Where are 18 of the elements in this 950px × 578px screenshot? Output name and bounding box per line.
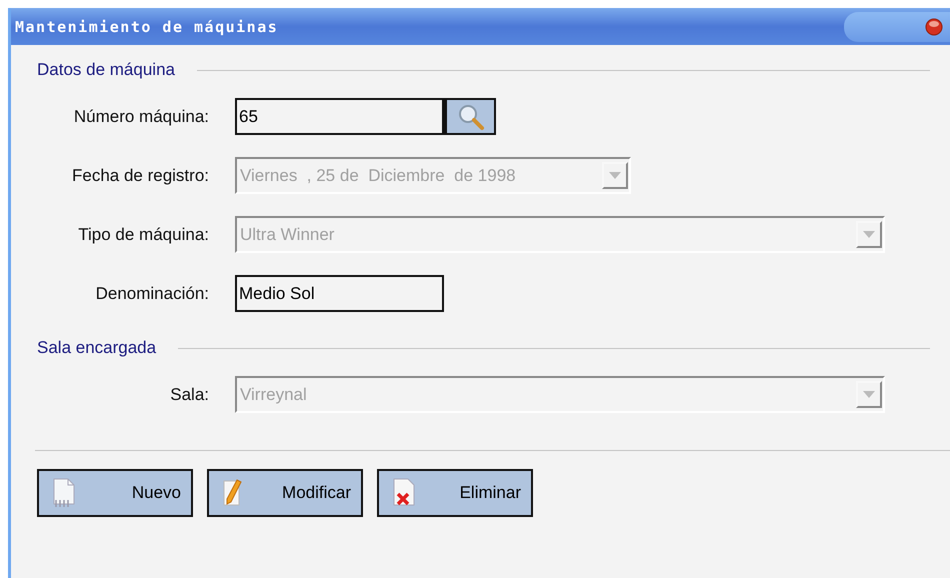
field-label: Fecha de registro: (70, 166, 210, 186)
window-title: Mantenimiento de máquinas (15, 18, 278, 36)
section-heading: Sala encargada (37, 338, 156, 358)
text-field[interactable]: 65 (235, 98, 444, 135)
action-button[interactable]: Eliminar (377, 469, 533, 517)
field-label: Tipo de máquina: (77, 224, 210, 244)
delete-document-icon (391, 478, 417, 508)
action-button[interactable]: Modificar (207, 469, 363, 517)
close-icon[interactable] (924, 16, 944, 36)
field-label: Denominación: (94, 284, 210, 304)
field-label: Número máquina: (72, 106, 210, 126)
action-button[interactable]: Nuevo (37, 469, 193, 517)
search-button[interactable] (444, 98, 496, 135)
document-icon (51, 478, 77, 508)
search-icon (456, 102, 484, 130)
field-label: Sala: (169, 384, 210, 404)
section-heading: Datos de máquina (37, 60, 175, 80)
text-field[interactable]: Medio Sol (235, 275, 444, 312)
